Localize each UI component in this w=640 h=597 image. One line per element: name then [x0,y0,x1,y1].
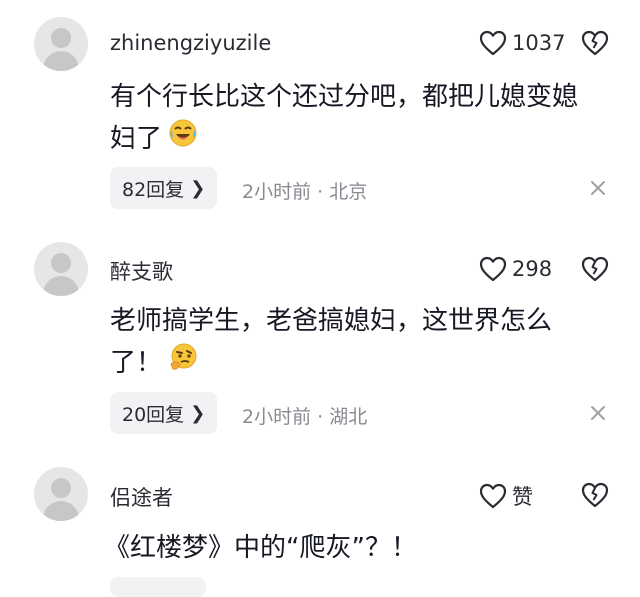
comment-username[interactable]: 侣途者 [110,482,173,512]
like-count: 1037 [512,31,566,55]
broken-heart-icon[interactable] [580,481,610,509]
chevron-right-icon: ❯ [190,177,206,199]
like-button[interactable]: 298 [478,255,552,283]
like-button[interactable]: 1037 [478,29,565,57]
avatar[interactable] [34,242,88,296]
replies-button[interactable]: 82回复 ❯ [110,167,218,209]
laughing-crying-emoji [168,118,198,161]
comment-meta: 2小时前 · 北京 [242,181,368,203]
heart-icon [479,30,507,56]
heart-icon [479,483,507,509]
comment-username[interactable]: zhinengziyuzile [110,31,271,55]
replies-button[interactable]: 20回复 ❯ [110,392,218,434]
comment-username[interactable]: 醉支歌 [110,256,173,286]
replies-label: 82回复 [122,178,185,201]
close-icon[interactable] [588,403,608,423]
comment-text: 有个行长比这个还过分吧，都把儿媳变媳妇了 [110,76,590,161]
comment-text: 《红楼梦》中的“爬灰”？！ [104,533,417,563]
comment-text: 老师搞学生，老爸搞媳妇，这世界怎么了！ [110,300,580,385]
close-icon[interactable] [588,178,608,198]
comment-meta: 2小时前 · 湖北 [242,406,368,428]
replies-label: 20回复 [122,403,185,426]
like-count: 赞 [512,485,533,509]
chevron-right-icon: ❯ [190,402,206,424]
like-count: 298 [512,257,553,281]
thinking-face-emoji [168,342,200,385]
like-button[interactable]: 赞 [478,481,533,511]
avatar[interactable] [34,17,88,71]
broken-heart-icon[interactable] [580,29,610,57]
replies-button-partial[interactable] [110,577,206,597]
broken-heart-icon[interactable] [580,255,610,283]
heart-icon [479,256,507,282]
avatar[interactable] [34,467,88,521]
